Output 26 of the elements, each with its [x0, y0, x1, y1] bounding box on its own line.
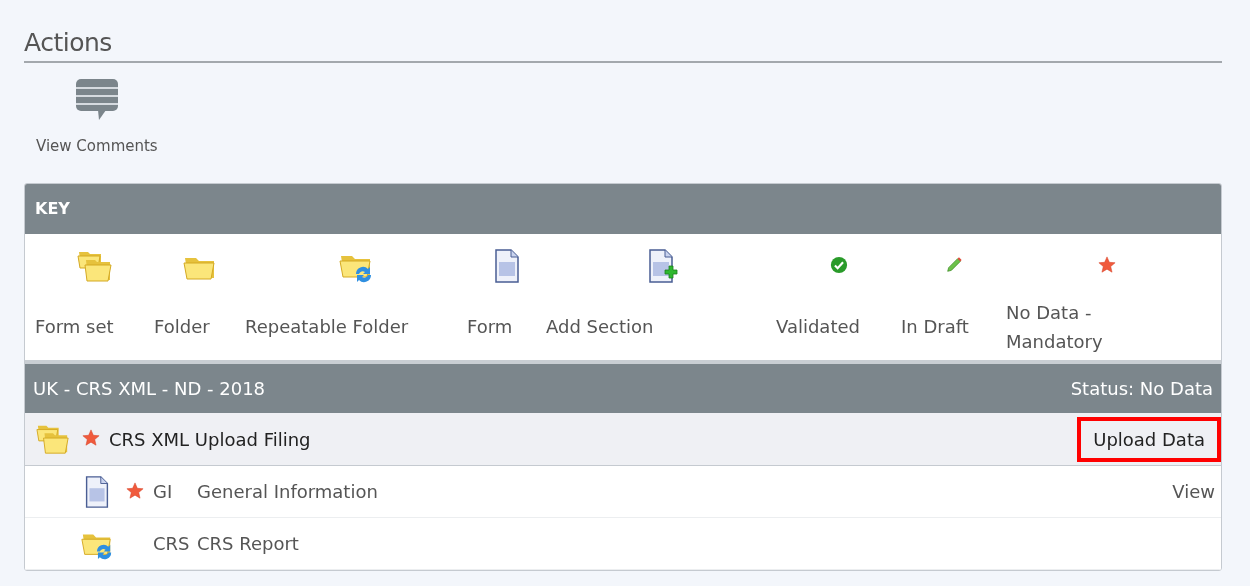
row-action-link[interactable]: Upload Data — [1077, 416, 1221, 462]
key-label: In Draft — [901, 315, 969, 339]
view-comments-button[interactable]: View Comments — [36, 77, 158, 158]
item-code: CRS — [153, 532, 191, 556]
filing-title: UK - CRS XML - ND - 2018 — [33, 377, 266, 401]
item-title: General Information — [197, 480, 378, 504]
key-label: Validated — [776, 315, 860, 339]
row-action-link[interactable]: View — [1172, 478, 1215, 505]
tree-row[interactable]: CRS XML Upload Filing Upload Data — [25, 413, 1221, 466]
key-label: Folder — [154, 315, 210, 339]
key-label: Repeatable Folder — [245, 315, 409, 339]
pencil-icon — [944, 256, 963, 274]
key-label: Form — [467, 315, 513, 339]
section-title: Actions — [24, 27, 113, 59]
item-title: CRS XML Upload Filing — [109, 427, 311, 452]
check-icon — [829, 256, 848, 274]
key-label: No Data - Mandatory — [1006, 301, 1104, 354]
key-label: Form set — [35, 315, 114, 339]
item-title: CRS Report — [197, 532, 299, 556]
star-icon — [1098, 256, 1116, 274]
star-icon — [126, 481, 144, 500]
item-code: GI — [153, 480, 174, 504]
key-label: Add Section — [546, 315, 654, 339]
filing-status: Status: No Data — [1070, 377, 1213, 401]
key-title: KEY — [35, 198, 70, 220]
star-icon — [82, 429, 100, 447]
